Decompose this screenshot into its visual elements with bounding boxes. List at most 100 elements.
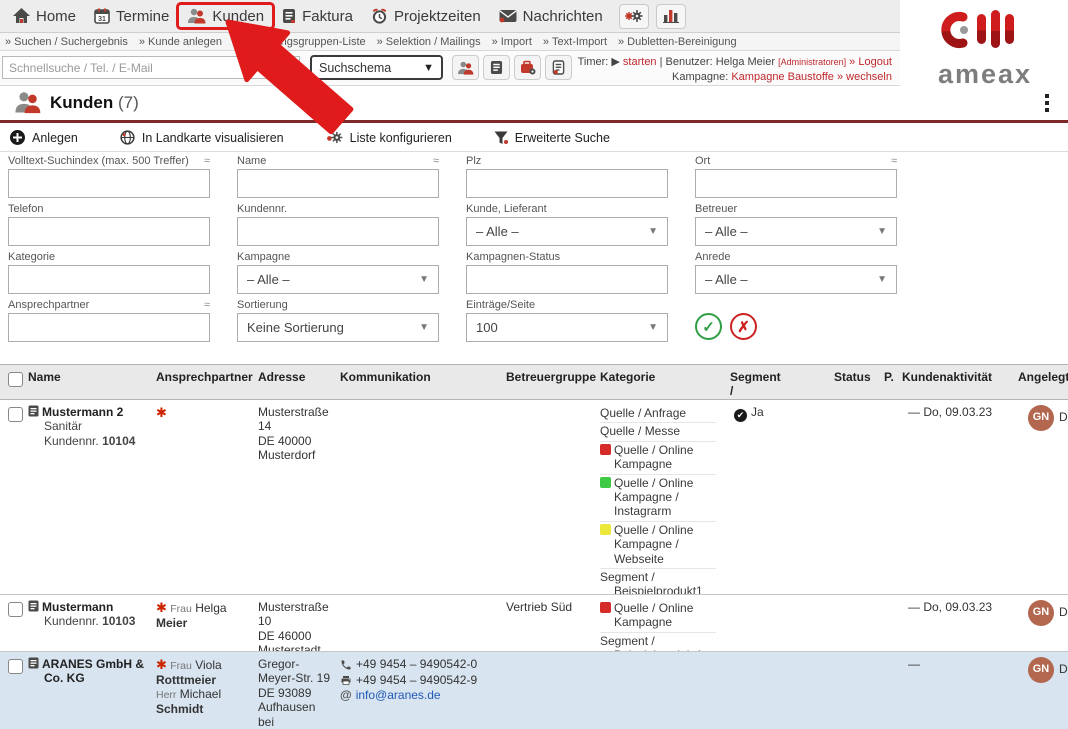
col-kommunikation[interactable]: Kommunikation bbox=[336, 365, 502, 399]
fax-icon bbox=[340, 674, 352, 686]
header: Home 31 Termine Kunden Faktura Projektze… bbox=[0, 0, 900, 86]
col-name[interactable]: Name bbox=[24, 365, 152, 399]
search-row: Suchschema ▼ Timer: ▶ starten | bbox=[0, 51, 900, 86]
address-cell: Musterstraße 10 DE 46000 Musterstadt bbox=[254, 595, 336, 651]
row-checkbox[interactable] bbox=[8, 407, 23, 422]
created-by-cell: GNDi bbox=[1016, 652, 1068, 729]
table-row[interactable]: Mustermann Kundennr. 10103 ✱ Frau Helga … bbox=[0, 595, 1068, 652]
quick-create-customer-button[interactable] bbox=[452, 55, 479, 80]
row-checkbox[interactable] bbox=[8, 602, 23, 617]
category-color-swatch bbox=[600, 444, 611, 455]
breadcrumb-item-text-import[interactable]: »Text-Import bbox=[543, 36, 607, 48]
reset-filter-button[interactable]: ✗ bbox=[730, 313, 757, 340]
nav-item-projektzeiten[interactable]: Projektzeiten bbox=[362, 0, 490, 33]
nav-settings-button[interactable] bbox=[619, 4, 649, 29]
filter-name: Name≈ bbox=[237, 155, 439, 198]
session-line-2: Kampagne: Kampagne Baustoffe » wechseln bbox=[578, 70, 892, 85]
kebab-menu-button[interactable] bbox=[1040, 92, 1054, 114]
list-toolbar: Anlegen In Landkarte visualisieren Liste… bbox=[0, 124, 1068, 152]
play-icon: ▶ bbox=[611, 56, 619, 68]
advanced-search-button[interactable]: Erweiterte Suche bbox=[494, 131, 610, 145]
breadcrumb-item-import[interactable]: »Import bbox=[492, 36, 532, 48]
name-input[interactable] bbox=[237, 169, 439, 198]
nav-item-nachrichten[interactable]: Nachrichten bbox=[490, 0, 612, 33]
quick-create-invoice-button[interactable] bbox=[483, 55, 510, 80]
filter-betreuer: Betreuer – Alle –▼ bbox=[695, 203, 897, 246]
betreuer-select[interactable]: – Alle –▼ bbox=[695, 217, 897, 246]
nav-item-termine[interactable]: 31 Termine bbox=[85, 0, 178, 33]
kampagne-select[interactable]: – Alle –▼ bbox=[237, 265, 439, 294]
sortierung-select[interactable]: Keine Sortierung▼ bbox=[237, 313, 439, 342]
category-item: Quelle / Online Kampagne bbox=[600, 442, 716, 475]
col-p[interactable]: P. bbox=[882, 365, 898, 399]
fulltext-input[interactable] bbox=[8, 169, 210, 198]
telefon-input[interactable] bbox=[8, 217, 210, 246]
approx-icon: ≈ bbox=[204, 155, 210, 167]
approx-icon: ≈ bbox=[891, 155, 897, 167]
email-link[interactable]: info@aranes.de bbox=[356, 688, 441, 704]
col-angelegt[interactable]: Angelegt bbox=[1016, 365, 1068, 399]
filter-anrede: Anrede – Alle –▼ bbox=[695, 251, 897, 294]
gear-dot-icon bbox=[326, 131, 343, 144]
ameax-crm-window: Home 31 Termine Kunden Faktura Projektze… bbox=[0, 0, 1068, 729]
col-betreuergruppe[interactable]: Betreuergruppe bbox=[502, 365, 596, 399]
activity-cell: — Do, 09.03.23 bbox=[898, 595, 1016, 651]
nav-statistics-button[interactable] bbox=[656, 4, 686, 29]
table-row[interactable]: ARANES GmbH & Co. KG ✱ Frau Viola Rotttm… bbox=[0, 652, 1068, 729]
nav-item-home[interactable]: Home bbox=[4, 0, 85, 33]
kunde-lieferant-select[interactable]: – Alle –▼ bbox=[466, 217, 668, 246]
col-status[interactable]: Status bbox=[830, 365, 882, 399]
apply-filter-button[interactable]: ✓ bbox=[695, 313, 722, 340]
chevron-down-icon: ▼ bbox=[877, 274, 887, 285]
breadcrumb-item-selektion-mailings[interactable]: »Selektion / Mailings bbox=[377, 36, 481, 48]
col-kundenaktivitaet[interactable]: Kundenaktivität bbox=[898, 365, 1016, 399]
col-ansprechpartner[interactable]: Ansprechpartner bbox=[152, 365, 254, 399]
breadcrumb-item-suchen[interactable]: »Suchen / Suchergebnis bbox=[5, 36, 128, 48]
eintraege-select[interactable]: 100▼ bbox=[466, 313, 668, 342]
breadcrumb-item-kunde-anlegen[interactable]: »Kunde anlegen bbox=[139, 36, 222, 48]
category-color-swatch bbox=[600, 602, 611, 613]
ameax-logo-mark bbox=[933, 8, 1037, 54]
configure-list-button[interactable]: Liste konfigurieren bbox=[326, 131, 452, 145]
ansprechpartner-input[interactable] bbox=[8, 313, 210, 342]
nav-item-faktura[interactable]: Faktura bbox=[273, 0, 362, 33]
row-checkbox[interactable] bbox=[8, 659, 23, 674]
nav-label: Home bbox=[36, 8, 76, 25]
campaign-name-link[interactable]: Kampagne Baustoffe bbox=[731, 71, 834, 83]
col-adresse[interactable]: Adresse bbox=[254, 365, 336, 399]
quick-create-project-button[interactable] bbox=[514, 55, 541, 80]
select-all-checkbox[interactable] bbox=[8, 372, 23, 387]
logout-link[interactable]: » Logout bbox=[849, 56, 892, 68]
globe-icon bbox=[120, 130, 135, 145]
at-icon: @ bbox=[340, 688, 352, 704]
anrede-select[interactable]: – Alle –▼ bbox=[695, 265, 897, 294]
avatar: GN bbox=[1028, 405, 1054, 431]
kategorie-input[interactable] bbox=[8, 265, 210, 294]
filter-form: Volltext-Suchindex (max. 500 Treffer)≈ N… bbox=[8, 155, 897, 342]
quick-search-input[interactable] bbox=[2, 56, 300, 79]
col-segment[interactable]: Segment/ Beispielprodukt2 bbox=[726, 365, 830, 399]
breadcrumb-item-dubletten[interactable]: »Dubletten-Bereinigung bbox=[618, 36, 737, 48]
customer-branch: Sanitär bbox=[28, 419, 148, 433]
chevron-down-icon: ▼ bbox=[419, 322, 429, 333]
breadcrumb-item-gruppen-liste[interactable]: »Betreuungsgruppen-Liste bbox=[233, 36, 366, 48]
filter-sortierung: Sortierung Keine Sortierung▼ bbox=[237, 299, 439, 342]
campaign-switch-link[interactable]: » wechseln bbox=[837, 71, 892, 83]
col-kategorie[interactable]: Kategorie bbox=[596, 365, 726, 399]
kampagnen-status-input[interactable] bbox=[466, 265, 668, 294]
ort-input[interactable] bbox=[695, 169, 897, 198]
quick-create-report-button[interactable] bbox=[545, 55, 572, 80]
search-schema-select[interactable]: Suchschema ▼ bbox=[310, 55, 443, 80]
activity-cell: — bbox=[898, 652, 1016, 729]
create-button[interactable]: Anlegen bbox=[10, 130, 78, 145]
nav-item-kunden[interactable]: Kunden bbox=[178, 0, 273, 33]
company-icon bbox=[28, 600, 39, 612]
timer-start-link[interactable]: starten bbox=[623, 56, 657, 68]
filter-plz: Plz bbox=[466, 155, 668, 198]
segment-cell: ✔Ja bbox=[726, 400, 830, 594]
customers-table: Name Ansprechpartner Adresse Kommunikati… bbox=[0, 364, 1068, 729]
map-visualize-button[interactable]: In Landkarte visualisieren bbox=[120, 130, 284, 145]
kundennr-input[interactable] bbox=[237, 217, 439, 246]
table-row[interactable]: Mustermann 2 Sanitär Kundennr. 10104 ✱ M… bbox=[0, 400, 1068, 595]
plz-input[interactable] bbox=[466, 169, 668, 198]
